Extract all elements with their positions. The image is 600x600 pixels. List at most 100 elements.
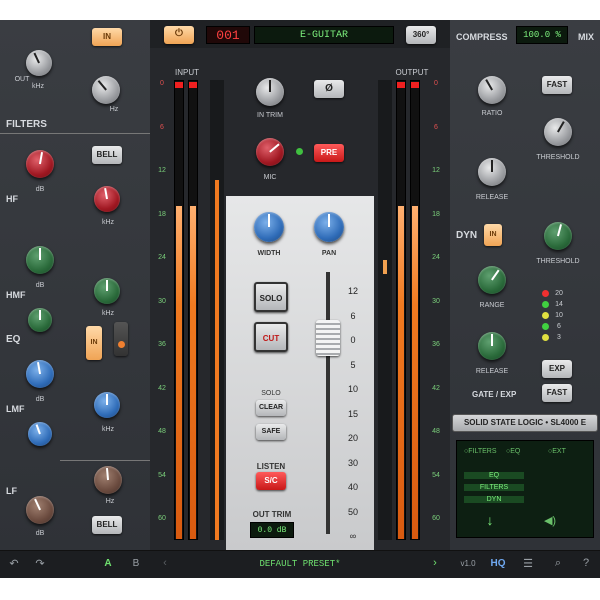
ab-a-button[interactable]: A <box>100 558 116 569</box>
routing-option[interactable]: ○EQ <box>506 448 520 455</box>
lf-bell-button[interactable]: BELL <box>92 516 122 534</box>
eq-routing-toggle[interactable] <box>114 322 128 356</box>
compress-release-knob[interactable] <box>478 158 506 186</box>
ab-b-button[interactable]: B <box>128 558 144 569</box>
input-scale-tick: 30 <box>158 297 166 305</box>
prev-preset-icon[interactable]: ‹ <box>160 557 170 569</box>
routing-option[interactable]: ○FILTERS <box>464 448 497 455</box>
hf-freq-knob[interactable] <box>94 186 120 212</box>
dyn-fast-button[interactable]: FAST <box>542 384 572 402</box>
lf-freq-knob[interactable] <box>94 466 122 494</box>
undo-icon[interactable]: ↶ <box>6 557 22 570</box>
hmf-freq-knob[interactable] <box>94 278 120 304</box>
gr-led <box>542 334 549 341</box>
gr-led-label: 20 <box>555 290 563 297</box>
redo-icon[interactable]: ↷ <box>32 557 48 570</box>
dynamics-panel: COMPRESS 100.0 % MIX RATIO FAST THRESHOL… <box>450 20 600 550</box>
listen-sc-button[interactable]: S/C <box>256 472 286 490</box>
preset-name-display[interactable]: E-GUITAR <box>254 26 394 44</box>
bottom-toolbar: ↶ ↷ A B ‹ DEFAULT PRESET* › v1.0 HQ ☰ ⌕ … <box>0 550 600 578</box>
dyn-threshold-knob[interactable] <box>544 222 572 250</box>
fader-scale-tick: 6 <box>350 310 356 321</box>
width-knob[interactable] <box>254 212 284 242</box>
fader-scale-tick: 50 <box>347 506 358 517</box>
input-meter-left <box>174 80 184 540</box>
lmf-freq-unit: kHz <box>101 426 115 433</box>
hf-freq-unit: kHz <box>101 219 115 226</box>
hpf-unit: Hz <box>109 106 119 113</box>
speaker-icon: ◀) <box>543 515 557 527</box>
lmf-freq-knob[interactable] <box>94 392 120 418</box>
hf-gain-knob[interactable] <box>26 150 54 178</box>
output-clip-left <box>397 82 405 88</box>
pan-knob[interactable] <box>314 212 344 242</box>
solo-section-label: SOLO <box>261 390 281 397</box>
output-scale-tick: 48 <box>432 428 440 435</box>
phase-button[interactable]: Ø <box>314 80 344 98</box>
eq-title: EQ <box>6 334 21 345</box>
in-trim-knob[interactable] <box>256 78 284 106</box>
solo-button[interactable]: SOLO <box>254 282 288 312</box>
pan-label: PAN <box>321 250 337 257</box>
gr-led <box>542 301 549 308</box>
compress-threshold-knob[interactable] <box>544 118 572 146</box>
sliders-icon[interactable]: ☰ <box>520 557 536 570</box>
input-scale-tick: 54 <box>158 471 166 479</box>
ratio-label: RATIO <box>481 110 503 117</box>
dyn-release-knob[interactable] <box>478 332 506 360</box>
power-button[interactable]: ⏻ <box>164 26 194 44</box>
in-trim-label: IN TRIM <box>257 112 283 119</box>
routing-option[interactable]: ○EXT <box>548 448 566 455</box>
input-scale-tick: 42 <box>158 384 166 392</box>
filters-in-button[interactable]: IN <box>92 28 122 46</box>
hpf-knob[interactable] <box>92 76 120 104</box>
compress-release-label: RELEASE <box>475 194 509 201</box>
lpf-knob[interactable] <box>26 50 52 76</box>
exp-button[interactable]: EXP <box>542 360 572 378</box>
fader-handle[interactable] <box>316 320 340 356</box>
routing-chain-item[interactable]: EQ <box>464 472 524 479</box>
output-scale-tick: 36 <box>432 341 440 348</box>
routing-down-arrow-icon: ↓ <box>486 512 494 528</box>
lf-freq-unit: Hz <box>105 498 115 505</box>
dyn-threshold-label: THRESHOLD <box>536 258 580 265</box>
lmf-gain-knob[interactable] <box>26 360 54 388</box>
mic-gain-knob[interactable] <box>256 138 284 166</box>
solo-clear-button[interactable]: CLEAR <box>256 400 286 416</box>
brand-plate: SOLID STATE LOGIC • SL4000 E <box>452 414 598 432</box>
out-trim-display[interactable]: 0.0 dB <box>250 522 294 538</box>
eq-in-button[interactable]: IN <box>86 326 102 360</box>
pre-button[interactable]: PRE <box>314 144 344 162</box>
solo-safe-button[interactable]: SAFE <box>256 424 286 440</box>
input-meter-left-bar <box>176 206 182 539</box>
lmf-q-knob[interactable] <box>28 422 52 446</box>
range-knob[interactable] <box>478 266 506 294</box>
search-icon[interactable]: ⌕ <box>550 557 566 570</box>
hmf-q-knob[interactable] <box>28 308 52 332</box>
fader-scale-tick: 12 <box>347 286 358 296</box>
next-preset-icon[interactable]: › <box>430 557 440 569</box>
routing-chain-item[interactable]: FILTERS <box>464 484 524 491</box>
compress-fast-button[interactable]: FAST <box>542 76 572 94</box>
width-label: WIDTH <box>257 250 281 257</box>
ratio-knob[interactable] <box>478 76 506 104</box>
dyn-in-button[interactable]: IN <box>484 224 502 246</box>
hf-bell-button[interactable]: BELL <box>92 146 122 164</box>
routing-chain-item[interactable]: DYN <box>464 496 524 503</box>
hq-button[interactable]: HQ <box>488 558 508 569</box>
cut-button[interactable]: CUT <box>254 322 288 352</box>
out-trim-label: OUT TRIM <box>252 510 292 519</box>
dyn-title: DYN <box>456 230 478 241</box>
preset-number-display[interactable]: 001 <box>206 26 250 44</box>
output-clip-right <box>411 82 419 88</box>
fader-scale-tick: 40 <box>347 482 358 492</box>
lf-gain-knob[interactable] <box>26 496 54 524</box>
view-360-button[interactable]: 360° <box>406 26 436 44</box>
input-meter-right-bar <box>190 206 196 539</box>
help-icon[interactable]: ? <box>578 557 594 569</box>
input-label: INPUT <box>175 68 199 77</box>
input-scale-tick: 24 <box>158 254 166 261</box>
preset-name-label[interactable]: DEFAULT PRESET* <box>230 559 370 569</box>
hmf-gain-knob[interactable] <box>26 246 54 274</box>
mix-display[interactable]: 100.0 % <box>516 26 568 44</box>
